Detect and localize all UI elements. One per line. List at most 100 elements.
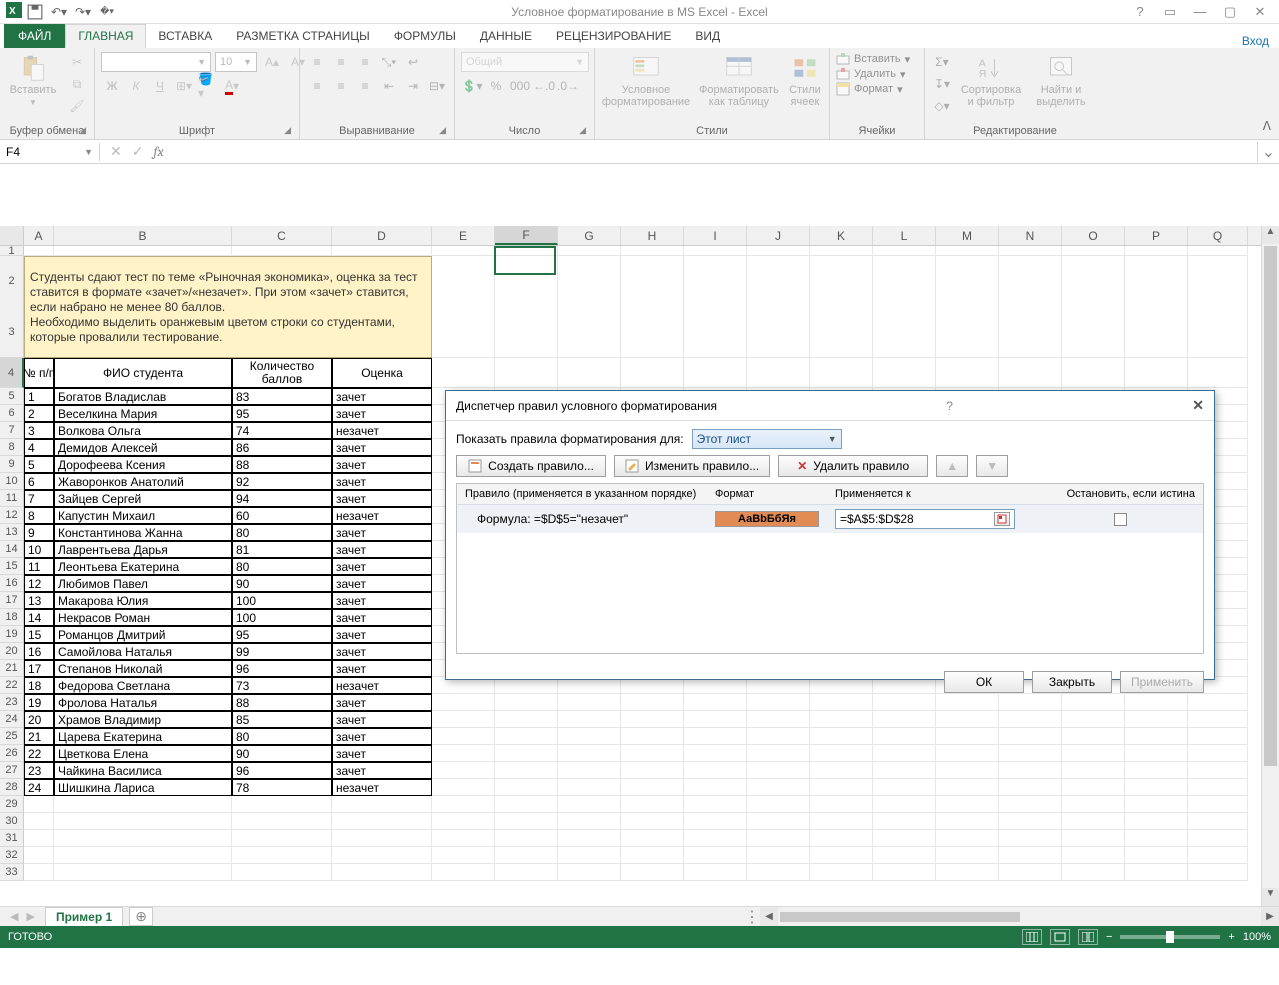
dialog-close-icon[interactable]: ✕ bbox=[1192, 397, 1204, 414]
align-center-icon[interactable]: ≡ bbox=[330, 76, 352, 96]
cell-n[interactable]: 12 bbox=[24, 575, 54, 592]
increase-decimal-icon[interactable]: ←.0 bbox=[533, 76, 555, 96]
cell-score[interactable]: 96 bbox=[232, 660, 332, 677]
cell-fio[interactable]: Романцов Дмитрий bbox=[54, 626, 232, 643]
cell-grade[interactable]: зачет bbox=[332, 439, 432, 456]
tab-formulas[interactable]: ФОРМУЛЫ bbox=[382, 24, 468, 48]
conditional-formatting-button[interactable]: Условное форматирование bbox=[601, 52, 691, 110]
cell-grade[interactable]: зачет bbox=[332, 626, 432, 643]
cell-fio[interactable]: Капустин Михаил bbox=[54, 507, 232, 524]
fx-icon[interactable]: fx bbox=[153, 143, 163, 160]
cancel-formula-icon[interactable]: ✕ bbox=[110, 143, 122, 160]
col-head-E[interactable]: E bbox=[432, 226, 495, 245]
vertical-scrollbar[interactable]: ▲ ▼ bbox=[1261, 226, 1279, 906]
row-head-15[interactable]: 15 bbox=[0, 558, 24, 575]
merge-icon[interactable]: ⊟▾ bbox=[426, 76, 448, 96]
cell-fio[interactable]: Лаврентьева Дарья bbox=[54, 541, 232, 558]
accounting-icon[interactable]: 💲▾ bbox=[461, 76, 483, 96]
zoom-level[interactable]: 100% bbox=[1243, 931, 1271, 943]
cell-grade[interactable]: зачет bbox=[332, 575, 432, 592]
cell-score[interactable]: 92 bbox=[232, 473, 332, 490]
cell-grade[interactable]: зачет bbox=[332, 694, 432, 711]
cell-fio[interactable]: Степанов Николай bbox=[54, 660, 232, 677]
cell-grade[interactable]: незачет bbox=[332, 422, 432, 439]
cell-n[interactable]: 13 bbox=[24, 592, 54, 609]
cell-n[interactable]: 14 bbox=[24, 609, 54, 626]
cell-fio[interactable]: Чайкина Василиса bbox=[54, 762, 232, 779]
tab-page-layout[interactable]: РАЗМЕТКА СТРАНИЦЫ bbox=[224, 24, 382, 48]
cell-fio[interactable]: Богатов Владислав bbox=[54, 388, 232, 405]
font-color-icon[interactable]: A▾ bbox=[221, 76, 243, 96]
sheet-nav[interactable]: ◀▶ bbox=[0, 910, 45, 923]
row-head-19[interactable]: 19 bbox=[0, 626, 24, 643]
cell-score[interactable]: 81 bbox=[232, 541, 332, 558]
scroll-up-icon[interactable]: ▲ bbox=[1262, 226, 1279, 244]
cell-n[interactable]: 7 bbox=[24, 490, 54, 507]
delete-cells-button[interactable]: Удалить ▾ bbox=[836, 67, 910, 81]
cell-grade[interactable]: незачет bbox=[332, 507, 432, 524]
row-head-6[interactable]: 6 bbox=[0, 405, 24, 422]
expand-formula-bar-icon[interactable]: ⌄ bbox=[1257, 142, 1279, 162]
row-head-1[interactable]: 1 bbox=[0, 246, 24, 256]
cell-score[interactable]: 60 bbox=[232, 507, 332, 524]
scroll-down-icon[interactable]: ▼ bbox=[1262, 888, 1279, 906]
new-sheet-button[interactable]: ⊕ bbox=[129, 907, 153, 926]
row-head-5[interactable]: 5 bbox=[0, 388, 24, 405]
cell-fio[interactable]: Некрасов Роман bbox=[54, 609, 232, 626]
cell-score[interactable]: 100 bbox=[232, 592, 332, 609]
underline-button[interactable]: Ч bbox=[149, 76, 171, 96]
tab-insert[interactable]: ВСТАВКА bbox=[146, 24, 224, 48]
dialog-help-icon[interactable]: ? bbox=[946, 399, 953, 413]
cell-score[interactable]: 90 bbox=[232, 575, 332, 592]
row-head-8[interactable]: 8 bbox=[0, 439, 24, 456]
cell-grade[interactable]: зачет bbox=[332, 728, 432, 745]
cell-n[interactable]: 21 bbox=[24, 728, 54, 745]
cell-score[interactable]: 83 bbox=[232, 388, 332, 405]
scroll-right-icon[interactable]: ▶ bbox=[1261, 907, 1279, 926]
row-head-4[interactable]: 4 bbox=[0, 358, 24, 388]
cell-score[interactable]: 80 bbox=[232, 728, 332, 745]
dialog-titlebar[interactable]: Диспетчер правил условного форматировани… bbox=[446, 391, 1214, 421]
cell-grade[interactable]: зачет bbox=[332, 541, 432, 558]
cell-n[interactable]: 11 bbox=[24, 558, 54, 575]
edit-rule-button[interactable]: Изменить правило... bbox=[614, 455, 770, 477]
cell-grade[interactable]: зачет bbox=[332, 762, 432, 779]
stop-if-true-checkbox[interactable] bbox=[1114, 513, 1127, 526]
cell-score[interactable]: 74 bbox=[232, 422, 332, 439]
cell-n[interactable]: 18 bbox=[24, 677, 54, 694]
cell-n[interactable]: 19 bbox=[24, 694, 54, 711]
cell-grade[interactable]: зачет bbox=[332, 405, 432, 422]
cell-n[interactable]: 5 bbox=[24, 456, 54, 473]
col-head-M[interactable]: M bbox=[936, 226, 999, 245]
tab-view[interactable]: ВИД bbox=[683, 24, 732, 48]
align-launcher-icon[interactable]: ◢ bbox=[439, 125, 446, 136]
cell-n[interactable]: 17 bbox=[24, 660, 54, 677]
sign-in-link[interactable]: Вход bbox=[1242, 34, 1279, 48]
align-bottom-icon[interactable]: ≡ bbox=[354, 52, 376, 72]
autosum-icon[interactable]: Σ▾ bbox=[931, 52, 953, 72]
horizontal-scrollbar[interactable]: ◀ ▶ bbox=[760, 907, 1279, 926]
row-head-33[interactable]: 33 bbox=[0, 864, 24, 881]
format-painter-icon[interactable]: 🖌 bbox=[66, 96, 88, 116]
delete-rule-button[interactable]: ✕Удалить правило bbox=[778, 455, 928, 477]
cell-grade[interactable]: зачет bbox=[332, 558, 432, 575]
decrease-decimal-icon[interactable]: .0→ bbox=[557, 76, 579, 96]
cell-fio[interactable]: Федорова Светлана bbox=[54, 677, 232, 694]
hscroll-thumb[interactable] bbox=[780, 912, 1020, 922]
cell-n[interactable]: 4 bbox=[24, 439, 54, 456]
cell-score[interactable]: 96 bbox=[232, 762, 332, 779]
row-head-25[interactable]: 25 bbox=[0, 728, 24, 745]
cell-score[interactable]: 78 bbox=[232, 779, 332, 796]
cell-n[interactable]: 10 bbox=[24, 541, 54, 558]
cell-score[interactable]: 94 bbox=[232, 490, 332, 507]
cell-score[interactable]: 86 bbox=[232, 439, 332, 456]
col-head-B[interactable]: B bbox=[54, 226, 232, 245]
col-head-C[interactable]: C bbox=[232, 226, 332, 245]
cell-grade[interactable]: зачет bbox=[332, 711, 432, 728]
cell-n[interactable]: 2 bbox=[24, 405, 54, 422]
applies-to-input[interactable]: =$A$5:$D$28 bbox=[835, 509, 1015, 529]
percent-icon[interactable]: % bbox=[485, 76, 507, 96]
row-head-12[interactable]: 12 bbox=[0, 507, 24, 524]
row-head-14[interactable]: 14 bbox=[0, 541, 24, 558]
cell-score[interactable]: 80 bbox=[232, 558, 332, 575]
